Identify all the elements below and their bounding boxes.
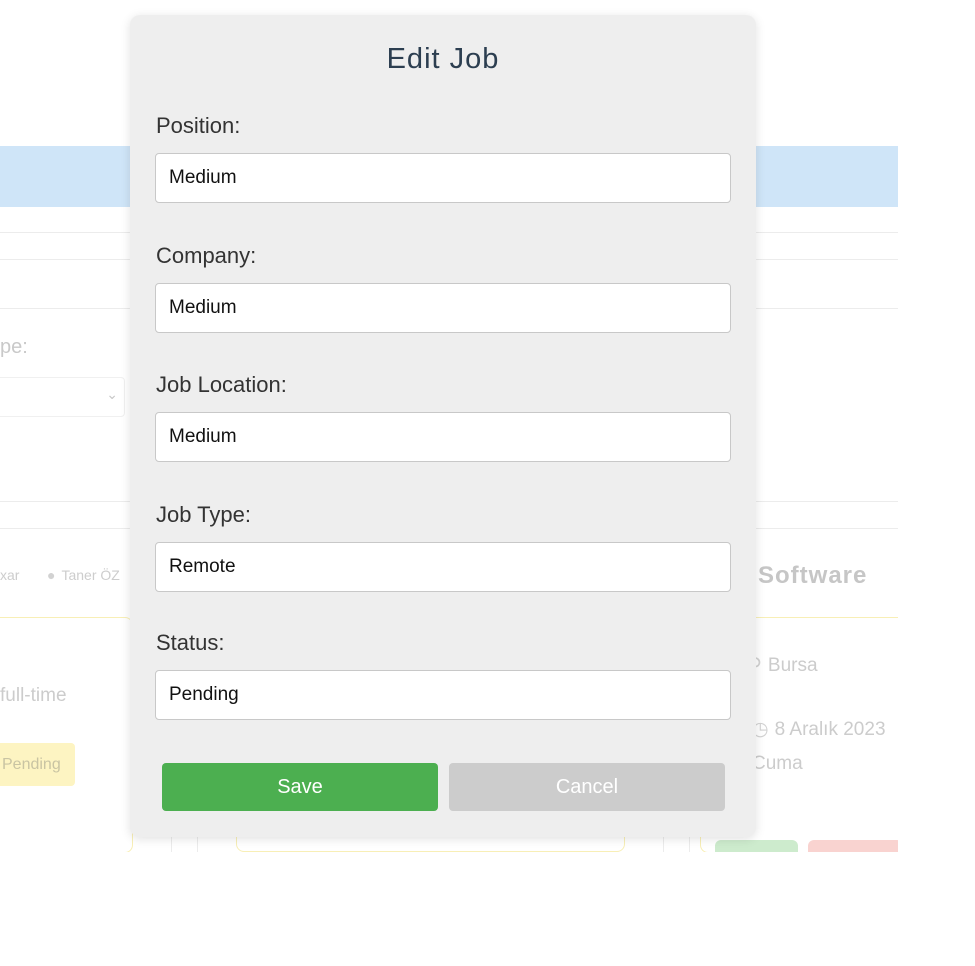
chevron-down-icon: ⌄ — [106, 386, 118, 402]
filter-label: pe: — [0, 336, 28, 358]
card-date-text: 8 Aralık 2023 — [774, 719, 886, 740]
job-card-left — [0, 617, 133, 852]
card-location-text: Bursa — [767, 655, 818, 676]
job-type-label: Job Type: — [156, 502, 251, 527]
card-job-type: full-time — [0, 685, 67, 706]
card-title: Software — [758, 562, 868, 589]
filter-select[interactable]: ⌄ — [0, 377, 125, 417]
position-input[interactable] — [155, 153, 731, 203]
status-input[interactable] — [155, 670, 731, 720]
cancel-button[interactable]: Cancel — [449, 763, 725, 811]
job-location-input[interactable] — [155, 412, 731, 462]
screen: pe: ⌄ xar ● Taner ÖZ full-time Pending So… — [0, 0, 975, 966]
card-location: ⚲Bursa — [748, 654, 818, 677]
modal-title: Edit Job — [386, 43, 500, 75]
author-name: Taner ÖZ — [61, 567, 120, 583]
save-button[interactable]: Save — [162, 763, 438, 811]
delete-button[interactable] — [808, 840, 898, 852]
status-badge-label: Pending — [2, 756, 61, 773]
card-author: ● Taner ÖZ — [47, 567, 120, 583]
position-label: Position: — [156, 113, 241, 138]
company-label: Company: — [156, 243, 257, 268]
job-type-input[interactable] — [155, 542, 731, 592]
edit-job-modal: Edit Job Position: Company: Job Location… — [130, 15, 756, 837]
card-date: ◷ 8 Aralık 2023 — [752, 718, 886, 741]
job-location-label: Job Location: — [156, 372, 287, 397]
status-label: Status: — [156, 630, 225, 655]
card-company: xar — [0, 567, 20, 583]
status-badge: Pending — [0, 743, 75, 786]
user-icon: ● — [47, 567, 56, 583]
card-day: Cuma — [752, 753, 803, 774]
edit-button[interactable] — [715, 840, 798, 852]
company-input[interactable] — [155, 283, 731, 333]
